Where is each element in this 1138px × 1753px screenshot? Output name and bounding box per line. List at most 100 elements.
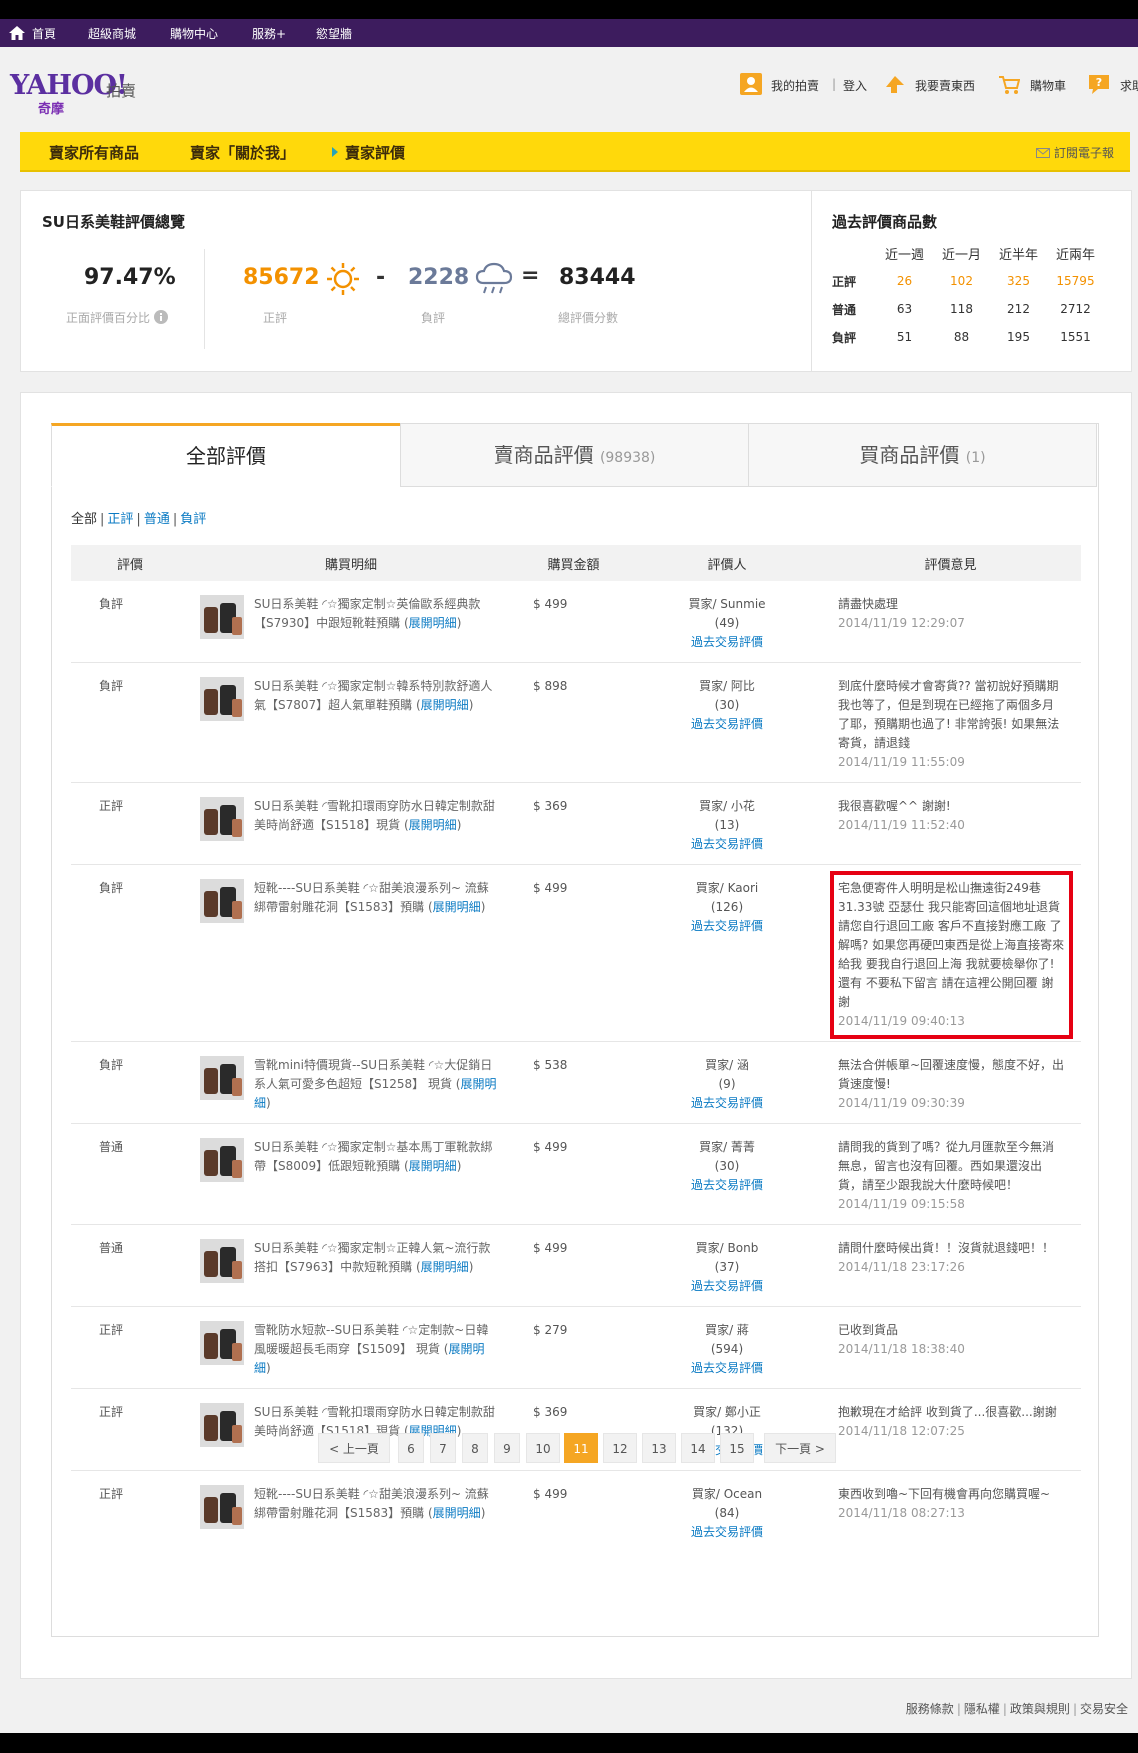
tab-sell-ratings[interactable]: 賣商品評價 (98938) xyxy=(400,423,749,487)
my-auction-link[interactable]: 我的拍賣 xyxy=(771,77,819,94)
next-page-button[interactable]: 下一頁 > xyxy=(764,1433,836,1463)
item-thumbnail[interactable] xyxy=(200,1056,244,1100)
home-icon[interactable] xyxy=(9,26,25,40)
help-link[interactable]: 求助 xyxy=(1120,77,1138,94)
page-button[interactable]: 6 xyxy=(398,1433,424,1463)
footer-privacy-link[interactable]: 隱私權 xyxy=(964,1702,1000,1716)
footer-terms-link[interactable]: 服務條款 xyxy=(906,1702,954,1716)
rater-name[interactable]: 買家/ 阿比 xyxy=(635,677,819,696)
page-button[interactable]: 8 xyxy=(462,1433,488,1463)
item-thumbnail[interactable] xyxy=(200,1321,244,1365)
rater-name[interactable]: 買家/ Kaori xyxy=(635,879,819,898)
item-thumbnail[interactable] xyxy=(200,1239,244,1283)
footer-security-link[interactable]: 交易安全 xyxy=(1080,1702,1128,1716)
page-button[interactable]: 13 xyxy=(642,1433,676,1463)
page-button[interactable]: 10 xyxy=(526,1433,560,1463)
expand-details-link[interactable]: 展開明細 xyxy=(433,900,481,914)
page-button[interactable]: 9 xyxy=(494,1433,520,1463)
past-cell: 15795 xyxy=(1056,274,1095,288)
rater-cell: 買家/ 涵 (9) 過去交易評價 xyxy=(634,1041,820,1124)
page-button[interactable]: 14 xyxy=(681,1433,715,1463)
seller-all-items-link[interactable]: 賣家所有商品 xyxy=(49,142,139,163)
item-cell: SU日系美鞋 ◜雪靴扣環雨穿防水日韓定制款甜美時尚舒適【S1518】現貨 (展開… xyxy=(189,782,513,865)
current-page-button[interactable]: 11 xyxy=(564,1433,598,1463)
filter-all[interactable]: 全部 xyxy=(71,512,97,527)
login-link[interactable]: 登入 xyxy=(843,77,867,94)
item-thumbnail[interactable] xyxy=(200,677,244,721)
yahoo-logo[interactable]: YAHOO! 奇摩 拍賣 xyxy=(10,70,136,117)
history-link[interactable]: 過去交易評價 xyxy=(635,1359,819,1378)
history-link[interactable]: 過去交易評價 xyxy=(635,917,819,936)
rater-name[interactable]: 買家/ Ocean xyxy=(635,1485,819,1504)
history-link[interactable]: 過去交易評價 xyxy=(635,633,819,652)
seller-ratings-link[interactable]: 賣家評價 xyxy=(345,142,405,163)
site-header: YAHOO! 奇摩 拍賣 我的拍賣 | 登入 我要賣東西 購物車 ? 求助 xyxy=(0,47,1138,130)
filter-negative[interactable]: 負評 xyxy=(180,512,206,527)
expand-details-link[interactable]: 展開明細 xyxy=(433,1506,481,1520)
expand-details-link[interactable]: 展開明細 xyxy=(421,1260,469,1274)
item-thumbnail[interactable] xyxy=(200,1485,244,1529)
prev-page-button[interactable]: < 上一頁 xyxy=(318,1433,390,1463)
nav-home[interactable]: 首頁 xyxy=(32,25,56,42)
rater-name[interactable]: 買家/ 鄭小正 xyxy=(635,1403,819,1422)
rater-name[interactable]: 買家/ 涵 xyxy=(635,1056,819,1075)
filter-positive[interactable]: 正評 xyxy=(107,512,133,527)
expand-details-link[interactable]: 展開明細 xyxy=(409,1159,457,1173)
page-button[interactable]: 12 xyxy=(603,1433,637,1463)
nav-separator: | xyxy=(832,77,837,91)
pagination: < 上一頁 6 7 8 9 10 11 12 13 14 15 下一頁 > xyxy=(21,1433,1131,1463)
item-title[interactable]: SU日系美鞋 ◜雪靴扣環雨穿防水日韓定制款甜美時尚舒適【S1518】現貨 xyxy=(254,799,495,832)
item-title[interactable]: 雪靴mini特價現貨--SU日系美鞋 ◜☆大促銷日系人氣可愛多色超短【S1258… xyxy=(254,1058,492,1091)
rater-name[interactable]: 買家/ 蔣 xyxy=(635,1321,819,1340)
past-cell: 26 xyxy=(896,274,913,288)
history-link[interactable]: 過去交易評價 xyxy=(635,1176,819,1195)
past-ratings-title: 過去評價商品數 xyxy=(832,213,938,231)
rater-cell: 買家/ Ocean (84) 過去交易評價 xyxy=(634,1471,820,1553)
rater-count: (30) xyxy=(714,698,740,712)
nav-superstore[interactable]: 超級商城 xyxy=(88,25,136,42)
rating-filters: 全部 | 正評 | 普通 | 負評 xyxy=(71,512,207,527)
sell-link[interactable]: 我要賣東西 xyxy=(915,77,975,94)
expand-details-link[interactable]: 展開明細 xyxy=(421,698,469,712)
tab-count: (1) xyxy=(965,450,986,466)
filter-neutral[interactable]: 普通 xyxy=(144,512,170,527)
info-icon[interactable] xyxy=(153,310,168,324)
item-thumbnail[interactable] xyxy=(200,879,244,923)
sun-icon xyxy=(327,263,359,295)
rater-name[interactable]: 買家/ 菁菁 xyxy=(635,1138,819,1157)
item-thumbnail[interactable] xyxy=(200,595,244,639)
nav-wishwall[interactable]: 慾望牆 xyxy=(316,25,352,42)
page-button[interactable]: 15 xyxy=(720,1433,754,1463)
table-row: 正評 雪靴防水短款--SU日系美鞋 ◜☆定制款~日韓風暖暖超長毛雨穿【S1509… xyxy=(71,1306,1081,1389)
nav-mall[interactable]: 購物中心 xyxy=(170,25,218,42)
item-thumbnail[interactable] xyxy=(200,1138,244,1182)
comment-cell: 已收到貨品 2014/11/18 18:38:40 xyxy=(820,1306,1081,1389)
expand-details-link[interactable]: 展開明細 xyxy=(409,616,457,630)
item-cell: SU日系美鞋 ◜☆獨家定制☆正韓人氣~流行款搭扣【S7963】中款短靴預購 (展… xyxy=(189,1224,513,1307)
item-title[interactable]: SU日系美鞋 ◜☆獨家定制☆基本馬丁軍靴款綁帶【S8009】低跟短靴預購 xyxy=(254,1140,492,1173)
history-link[interactable]: 過去交易評價 xyxy=(635,715,819,734)
rater-name[interactable]: 買家/ 小花 xyxy=(635,797,819,816)
past-row-label: 正評 xyxy=(832,274,857,289)
cart-link[interactable]: 購物車 xyxy=(1030,77,1066,94)
past-ratings-panel: 過去評價商品數 近一週 近一月 近半年 近兩年 正評 26 102 325 15… xyxy=(811,190,1132,372)
subscribe-link[interactable]: 訂閱電子報 xyxy=(1036,144,1114,161)
footer-policy-link[interactable]: 政策與規則 xyxy=(1010,1702,1070,1716)
item-thumbnail[interactable] xyxy=(200,797,244,841)
tab-all-ratings[interactable]: 全部評價 xyxy=(51,423,401,487)
history-link[interactable]: 過去交易評價 xyxy=(635,1094,819,1113)
comment-cell: 請盡快處理 2014/11/19 12:29:07 xyxy=(820,581,1081,663)
tab-buy-ratings[interactable]: 買商品評價 (1) xyxy=(748,423,1097,487)
rater-name[interactable]: 買家/ Bonb xyxy=(635,1239,819,1258)
expand-details-link[interactable]: 展開明細 xyxy=(409,818,457,832)
seller-about-link[interactable]: 賣家「關於我」 xyxy=(190,142,295,163)
rating-type: 負評 xyxy=(71,662,189,783)
history-link[interactable]: 過去交易評價 xyxy=(635,1277,819,1296)
page-button[interactable]: 7 xyxy=(430,1433,456,1463)
table-row: 負評 SU日系美鞋 ◜☆獨家定制☆英倫歐系經典款【S7930】中跟短靴鞋預購 (… xyxy=(71,581,1081,663)
tab-label: 買商品評價 xyxy=(859,443,960,467)
history-link[interactable]: 過去交易評價 xyxy=(635,835,819,854)
rater-name[interactable]: 買家/ Sunmie xyxy=(635,595,819,614)
history-link[interactable]: 過去交易評價 xyxy=(635,1523,819,1542)
nav-services[interactable]: 服務+ xyxy=(252,25,286,42)
